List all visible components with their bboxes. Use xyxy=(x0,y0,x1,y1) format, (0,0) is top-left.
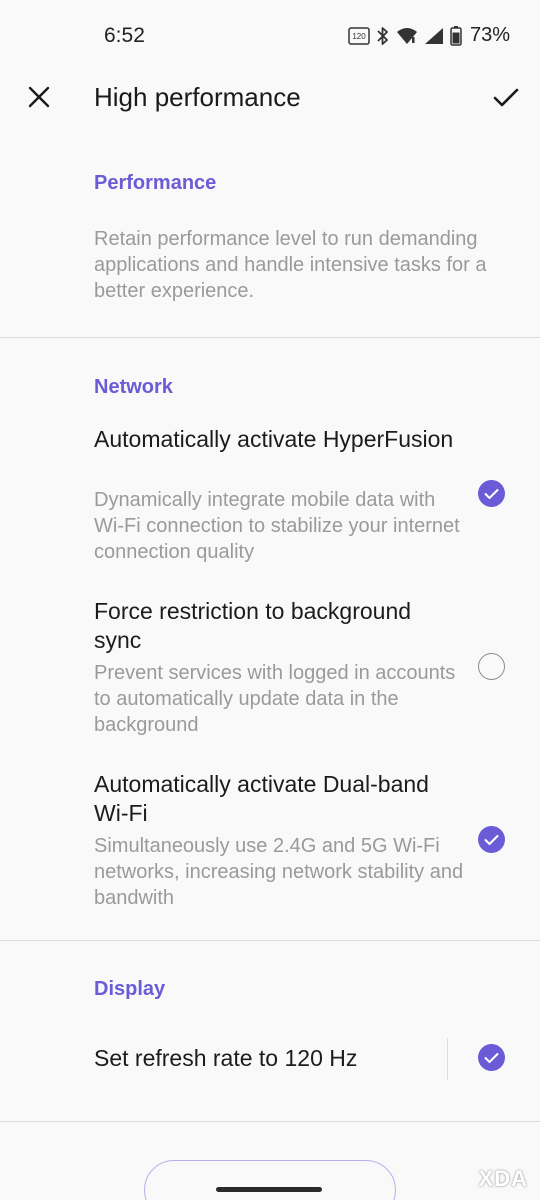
dual-band-wifi-checkbox[interactable] xyxy=(478,826,505,853)
check-icon xyxy=(484,488,499,499)
refresh-rate-badge-text: 120 xyxy=(352,32,366,41)
bluetooth-icon xyxy=(377,26,388,45)
watermark: XDA xyxy=(478,1166,528,1191)
status-time: 6:52 xyxy=(104,24,145,47)
section-header-network: Network xyxy=(94,376,173,398)
setting-item-hyperfusion[interactable]: Automatically activate HyperFusion Dynam… xyxy=(0,420,540,570)
app-bar: High performance xyxy=(0,72,540,124)
bottom-action-button[interactable] xyxy=(144,1160,396,1200)
check-icon xyxy=(484,1052,499,1063)
section-header-performance: Performance xyxy=(94,172,217,194)
hyperfusion-checkbox[interactable] xyxy=(478,480,505,507)
setting-subtitle: Prevent services with logged in accounts… xyxy=(94,662,456,736)
setting-title: Force restriction to background sync xyxy=(94,598,412,653)
close-icon xyxy=(28,86,50,108)
cellular-signal-icon xyxy=(424,27,443,44)
performance-description: Retain performance level to run demandin… xyxy=(94,228,487,302)
close-button[interactable] xyxy=(22,80,56,114)
setting-subtitle: Simultaneously use 2.4G and 5G Wi-Fi net… xyxy=(94,835,464,909)
page-title: High performance xyxy=(94,82,301,112)
setting-title: Automatically activate HyperFusion xyxy=(94,426,454,452)
item-separator xyxy=(447,1038,448,1080)
status-icons: 120 73% xyxy=(348,24,510,47)
setting-subtitle: Dynamically integrate mobile data with W… xyxy=(94,489,460,563)
setting-item-dual-band-wifi[interactable]: Automatically activate Dual-band Wi-Fi S… xyxy=(0,767,540,917)
confirm-button[interactable] xyxy=(488,80,524,116)
background-sync-checkbox[interactable] xyxy=(478,653,505,680)
check-icon xyxy=(484,834,499,845)
divider xyxy=(0,1121,540,1122)
divider xyxy=(0,940,540,941)
refresh-rate-checkbox[interactable] xyxy=(478,1044,505,1071)
refresh-rate-icon: 120 xyxy=(348,26,370,45)
divider xyxy=(0,337,540,338)
battery-icon xyxy=(450,25,462,46)
setting-item-refresh-rate[interactable]: Set refresh rate to 120 Hz xyxy=(0,1030,540,1090)
status-bar: 6:52 120 73% xyxy=(0,0,540,72)
checkmark-icon xyxy=(493,88,519,107)
home-indicator[interactable] xyxy=(216,1187,322,1192)
setting-title: Set refresh rate to 120 Hz xyxy=(94,1045,358,1071)
setting-title: Automatically activate Dual-band Wi-Fi xyxy=(94,771,429,826)
section-header-display: Display xyxy=(94,978,166,1000)
battery-percentage: 73% xyxy=(469,24,510,46)
wifi-icon xyxy=(396,27,417,44)
setting-item-background-sync[interactable]: Force restriction to background sync Pre… xyxy=(0,594,540,744)
